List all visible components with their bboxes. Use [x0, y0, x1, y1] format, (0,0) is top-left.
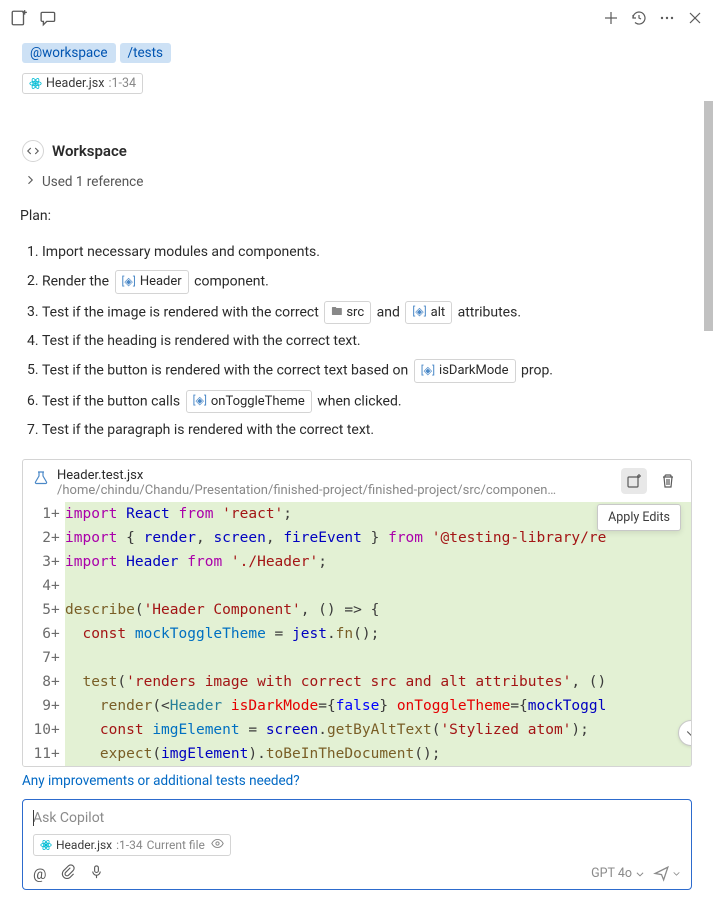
- code-line: 5+describe('Header Component', () => {: [23, 598, 691, 622]
- plan-item: Render the [◈]Header component.: [42, 270, 692, 294]
- apply-edits-tooltip: Apply Edits: [597, 504, 681, 531]
- close-icon[interactable]: [686, 9, 704, 27]
- code-line: 8+ test('renders image with correct src …: [23, 670, 691, 694]
- plan-item: Test if the heading is rendered with the…: [42, 331, 692, 352]
- code-body[interactable]: 1+import React from 'react';2+import { r…: [23, 502, 691, 766]
- plan-item: Test if the button is rendered with the …: [42, 359, 692, 383]
- send-button[interactable]: [653, 865, 681, 882]
- plan-label: Plan:: [20, 208, 692, 224]
- mention-button[interactable]: @: [33, 865, 46, 883]
- context-file-range: :1-34: [116, 838, 142, 852]
- new-chat-icon[interactable]: [10, 9, 28, 27]
- workspace-badge[interactable]: @workspace: [22, 43, 116, 63]
- file-reference-chip[interactable]: Header.jsx :1-34: [22, 73, 143, 94]
- plan-item: Test if the button calls [◈]onToggleThem…: [42, 390, 692, 414]
- code-line: 3+import Header from './Header';: [23, 550, 691, 574]
- chat-input-area: Ask Copilot Header.jsx :1-34 Current file…: [22, 799, 692, 890]
- chat-history-icon[interactable]: [40, 9, 58, 27]
- react-icon: [29, 77, 42, 90]
- context-file-label: Current file: [147, 838, 205, 852]
- code-line: 6+ const mockToggleTheme = jest.fn();: [23, 622, 691, 646]
- apply-edits-button[interactable]: [621, 468, 647, 494]
- context-file-name: Header.jsx: [56, 838, 112, 852]
- more-icon[interactable]: [658, 9, 676, 27]
- symbol-icon: [◈]: [412, 304, 426, 321]
- chat-input[interactable]: Ask Copilot: [33, 808, 681, 834]
- add-icon[interactable]: [602, 9, 620, 27]
- code-icon: [22, 140, 44, 162]
- scrollbar[interactable]: [704, 101, 713, 331]
- symbol-chip[interactable]: [◈]Header: [115, 270, 189, 294]
- plan-item: Test if the paragraph is rendered with t…: [42, 420, 692, 441]
- code-line: 1+import React from 'react';: [23, 502, 691, 526]
- symbol-icon: [◈]: [122, 274, 136, 291]
- eye-icon: [211, 837, 224, 853]
- symbol-chip[interactable]: [◈]alt: [405, 301, 452, 325]
- references-label: Used 1 reference: [42, 174, 143, 190]
- symbol-chip[interactable]: [◈]isDarkMode: [414, 359, 516, 383]
- plan-item: Test if the image is rendered with the c…: [42, 301, 692, 325]
- code-panel: Header.test.jsx /home/chindu/Chandu/Pres…: [22, 459, 692, 767]
- symbol-chip[interactable]: [◈]onToggleTheme: [186, 390, 312, 414]
- code-line: 10+ const imgElement = screen.getByAltTe…: [23, 718, 691, 742]
- symbol-icon: [◈]: [421, 363, 435, 380]
- code-filepath: /home/chindu/Chandu/Presentation/finishe…: [57, 483, 681, 498]
- code-line: 11+ expect(imgElement).toBeInTheDocument…: [23, 742, 691, 766]
- model-name: GPT 4o: [591, 866, 632, 881]
- attach-button[interactable]: [60, 864, 75, 883]
- chevron-right-icon: [24, 174, 36, 190]
- context-file-chip[interactable]: Header.jsx :1-34 Current file: [33, 834, 231, 856]
- file-name: Header.jsx: [46, 76, 104, 91]
- code-line: 4+: [23, 574, 691, 598]
- folder-chip[interactable]: 🖿src: [324, 301, 371, 325]
- react-icon: [40, 839, 52, 851]
- code-line: 7+: [23, 646, 691, 670]
- plan-list: Import necessary modules and components.…: [42, 242, 692, 441]
- followup-suggestion[interactable]: Any improvements or additional tests nee…: [22, 773, 692, 789]
- code-filename: Header.test.jsx: [57, 468, 681, 483]
- symbol-icon: [◈]: [193, 393, 207, 410]
- code-line: 9+ render(<Header isDarkMode={false} onT…: [23, 694, 691, 718]
- references-toggle[interactable]: Used 1 reference: [24, 174, 692, 190]
- history-icon[interactable]: [630, 9, 648, 27]
- tests-badge[interactable]: /tests: [120, 43, 172, 63]
- voice-button[interactable]: [89, 864, 104, 883]
- section-title: Workspace: [52, 142, 127, 160]
- code-line: 2+import { render, screen, fireEvent } f…: [23, 526, 691, 550]
- beaker-icon: [33, 470, 49, 490]
- file-range: :1-34: [108, 76, 136, 91]
- delete-button[interactable]: [655, 468, 681, 494]
- panel-toolbar: [0, 0, 714, 35]
- folder-icon: 🖿: [331, 304, 342, 321]
- plan-item: Import necessary modules and components.: [42, 242, 692, 263]
- model-selector[interactable]: GPT 4o: [591, 866, 645, 881]
